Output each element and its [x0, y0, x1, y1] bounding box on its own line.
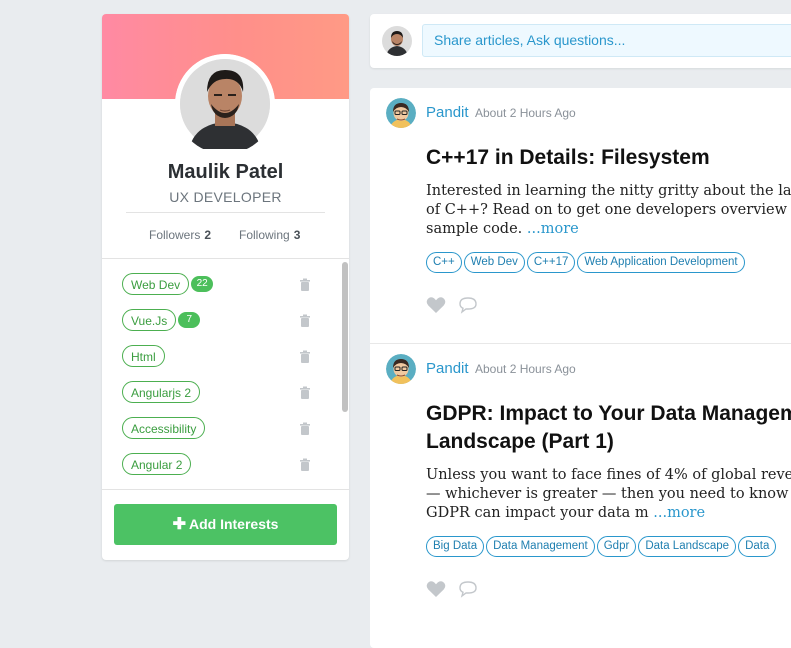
profile-name: Maulik Patel — [167, 161, 284, 183]
following-count: 3 — [293, 228, 301, 242]
interest-count-badge: 22 — [191, 276, 214, 292]
post-excerpt-line: of C++? Read on to get one developers ov… — [426, 202, 791, 218]
post-excerpt: Unless you want to face fines of 4% of g… — [426, 466, 791, 523]
add-interests-button[interactable]: ✚ Add Interests — [114, 504, 337, 545]
interest-tag[interactable]: Html — [122, 345, 165, 367]
interest-item: Html — [122, 345, 322, 371]
post-tag[interactable]: Data Management — [486, 536, 595, 557]
interest-item: Vue.Js 7 — [122, 309, 322, 335]
trash-icon[interactable] — [298, 314, 312, 328]
post-title-line: C++17 in Details: Filesystem — [426, 146, 710, 169]
feed: Pandit About 2 Hours Ago C++17 in Detail… — [370, 88, 791, 648]
post-excerpt-line: Interested in learning the nitty gritty … — [426, 183, 791, 199]
add-interests-label: Add Interests — [188, 516, 279, 532]
trash-icon[interactable] — [298, 458, 312, 472]
post-tag[interactable]: Web Application Development — [577, 252, 745, 273]
trash-icon[interactable] — [298, 386, 312, 400]
divider — [126, 212, 325, 213]
post-excerpt-line: — whichever is greater — then you need t… — [426, 486, 789, 502]
interest-item: Web Dev 22 — [122, 273, 322, 299]
interest-item: Accessibility — [122, 417, 322, 443]
post-composer: Share articles, Ask questions... — [370, 14, 791, 68]
post-title[interactable]: GDPR: Impact to Your Data Managem Landsc… — [426, 400, 791, 456]
post-excerpt-line: sample code. ...more — [426, 220, 791, 239]
interest-tag[interactable]: Angularjs 2 — [122, 381, 201, 403]
post-author[interactable]: Pandit — [426, 360, 469, 377]
interest-tag[interactable]: Accessibility — [122, 417, 206, 439]
interest-count-badge: 7 — [178, 312, 201, 328]
plus-icon: ✚ — [172, 516, 186, 533]
post-time: About 2 Hours Ago — [475, 362, 576, 376]
composer-input[interactable]: Share articles, Ask questions... — [422, 24, 791, 57]
post-tags: C++ Web Dev C++17 Web Application Developme… — [426, 252, 747, 273]
post-tag[interactable]: C++17 — [526, 252, 576, 273]
interest-tag[interactable]: Vue.Js — [122, 309, 177, 331]
post-excerpt-line: GDPR can impact your data m ...more — [426, 504, 791, 523]
followers-link[interactable]: Followers 2 — [149, 228, 211, 242]
interest-tag[interactable]: Web Dev — [122, 273, 190, 295]
following-label: Following — [239, 228, 290, 242]
post-excerpt-line: Unless you want to face fines of 4% of g… — [426, 467, 791, 483]
post-divider — [370, 343, 791, 344]
post-title-line: GDPR: Impact to Your Data Managem — [426, 402, 791, 425]
user-avatar[interactable] — [382, 26, 412, 56]
followers-label: Followers — [149, 228, 201, 242]
interest-item: Angularjs 2 — [122, 381, 322, 407]
followers-count: 2 — [204, 228, 212, 242]
post-tags: Big Data Data Management Gdpr Data Landscap… — [426, 536, 778, 557]
trash-icon[interactable] — [298, 350, 312, 364]
post-tag[interactable]: Gdpr — [596, 536, 637, 557]
post-tag[interactable]: C++ — [426, 252, 462, 273]
post-excerpt-line-text: GDPR can impact your data m — [426, 505, 649, 521]
scrollbar-thumb[interactable] — [342, 262, 348, 412]
interests-list[interactable]: Web Dev 22 Vue.Js 7 Html Angularjs 2 Acces… — [102, 259, 349, 489]
post-tag[interactable]: Data — [738, 536, 777, 557]
post-tag[interactable]: Web Dev — [463, 252, 525, 273]
post-author[interactable]: Pandit — [426, 104, 469, 121]
read-more-link[interactable]: ...more — [527, 221, 579, 237]
post-title-line: Landscape (Part 1) — [426, 430, 614, 453]
interest-tag[interactable]: Angular 2 — [122, 453, 192, 475]
post-excerpt: Interested in learning the nitty gritty … — [426, 182, 791, 239]
heart-icon[interactable] — [426, 580, 446, 598]
interest-item: Angular 2 — [122, 453, 322, 479]
post-title[interactable]: C++17 in Details: Filesystem — [426, 144, 710, 172]
post-time: About 2 Hours Ago — [475, 106, 576, 120]
trash-icon[interactable] — [298, 278, 312, 292]
following-link[interactable]: Following 3 — [239, 228, 300, 242]
post-tag[interactable]: Big Data — [426, 536, 485, 557]
comment-icon[interactable] — [458, 296, 478, 314]
heart-icon[interactable] — [426, 296, 446, 314]
author-avatar[interactable] — [386, 354, 416, 384]
profile-card: Maulik Patel UX DEVELOPER Followers 2 Fol… — [102, 14, 349, 560]
trash-icon[interactable] — [298, 422, 312, 436]
author-avatar[interactable] — [386, 98, 416, 128]
post-excerpt-line-text: sample code. — [426, 221, 523, 237]
profile-role: UX DEVELOPER — [169, 189, 282, 205]
post-tag[interactable]: Data Landscape — [638, 536, 737, 557]
comment-icon[interactable] — [458, 580, 478, 598]
profile-avatar[interactable] — [175, 54, 275, 154]
divider — [102, 489, 349, 490]
read-more-link[interactable]: ...more — [653, 505, 705, 521]
